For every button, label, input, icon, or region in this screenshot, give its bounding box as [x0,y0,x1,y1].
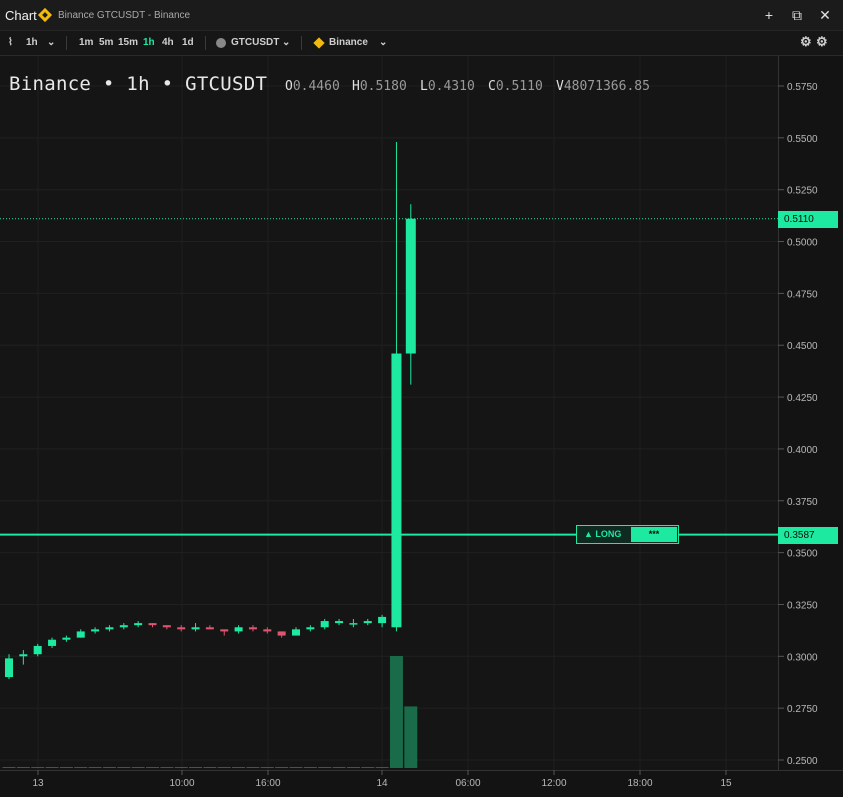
price-axis-label: 0.5250 [787,186,818,197]
chart-legend-title: Binance • 1h • GTCUSDT [9,73,268,95]
candle-body [349,623,358,625]
volume-bar [389,656,403,768]
price-axis-label: 0.4750 [787,289,818,300]
volume-bar [2,767,16,768]
candle-body [5,658,13,678]
volume-bar [45,767,59,768]
position-price-tag: 0.3587 [778,526,838,544]
time-axis-label: 15 [720,778,732,789]
candle-body [119,625,128,628]
ohlc-open: O0.4460 [285,79,340,94]
candle-body [335,621,344,624]
candle-body [191,627,200,630]
candle-body [263,629,272,632]
volume-bar [332,767,346,768]
volume-bar [318,767,332,768]
volume-bar [131,767,145,768]
time-axis-label: 06:00 [455,778,480,789]
candle-body [277,631,286,636]
volume-bar [203,767,217,768]
volume-bar [174,767,188,768]
price-axis-label: 0.2500 [787,756,818,767]
price-axis-label: 0.3000 [787,652,818,663]
last-price-tag: 0.5110 [778,210,838,228]
candle-body [62,637,71,640]
volume-bar [31,767,45,768]
candle-body [205,627,214,630]
price-axis-label: 0.5000 [787,238,818,249]
candle-body [378,616,387,624]
candle-body [405,218,416,354]
candle-body [76,631,85,638]
volume-bar [59,767,73,768]
candle-body [292,629,300,636]
time-axis-label: 18:00 [627,778,652,789]
candle-body [391,353,402,628]
price-axis-label: 0.2750 [787,704,818,715]
volume-bar [246,767,260,768]
candle-body [220,629,229,632]
candle-body [33,645,42,655]
price-axis-label: 0.5500 [787,134,818,145]
candle-body [234,627,243,632]
volume-bar [303,767,317,768]
candle-body [363,621,372,624]
volume-bar [102,767,116,768]
volume-bar [74,767,88,768]
candlestick-chart: 0.5750 0.5500 0.5250 0.5000 0.4750 0.4500 0.42… [0,56,818,789]
volume-bar [88,767,102,768]
volume-bar [275,767,289,768]
long-position-marker[interactable]: ▲ LONG *** [576,525,679,544]
volume-bar [361,767,375,768]
candle-body [48,639,57,646]
candle-body [177,627,186,630]
price-axis-label: 0.3750 [787,497,818,508]
candle-body [134,623,143,626]
price-axis-label: 0.3500 [787,549,818,560]
volume-bar [346,767,360,768]
volume-bar [260,767,274,768]
volume-bar [375,767,389,768]
position-stars: *** [631,527,677,542]
volume-bar [404,706,418,768]
volume-bar [146,767,159,768]
candle-body [306,627,315,630]
time-axis-label: 12:00 [541,778,566,789]
volume-bar [160,767,174,768]
ohlc-close: C0.5110 [488,79,543,94]
ohlc-volume: V48071366.85 [556,79,650,94]
candle-body [148,623,157,626]
candle-body [91,629,100,632]
price-axis-label: 0.5750 [787,82,818,93]
time-axis-label: 14 [376,778,388,789]
time-axis-label: 16:00 [255,778,280,789]
price-axis-label: 0.3250 [787,600,818,611]
candle-body [105,627,114,630]
volume-bar [16,767,30,768]
time-axis-label: 13 [32,778,44,789]
volume-bar [289,767,303,768]
time-axis-label: 10:00 [169,778,194,789]
long-label: ▲ LONG [584,529,622,539]
price-axis-label: 0.4000 [787,445,818,456]
volume-bar [217,767,231,768]
candle-body [248,627,257,630]
volume-bar [189,767,203,768]
price-axis-label: 0.4500 [787,341,818,352]
ohlc-low: L0.4310 [420,79,475,94]
volume-bar [232,767,246,768]
price-axis-label: 0.4250 [787,393,818,404]
candle-body [320,621,329,628]
candle-body [162,625,171,628]
candle-body [19,654,28,657]
volume-bar [117,767,131,768]
ohlc-high: H0.5180 [352,79,407,94]
